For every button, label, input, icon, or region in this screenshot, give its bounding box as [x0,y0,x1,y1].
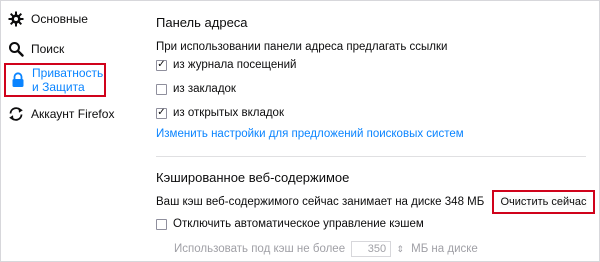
gear-icon [7,10,25,28]
sidebar: Основные Поиск Приватность и Защита Акка… [1,1,141,261]
search-icon [7,40,25,58]
cache-heading: Кэшированное веб-содержимое [156,170,350,185]
option-bookmarks[interactable]: из закладок [156,83,236,95]
clear-cache-highlight: Очистить сейчас [492,190,595,214]
option-label: из журнала посещений [173,59,297,71]
option-label: из открытых вкладок [173,107,284,119]
sidebar-item-label: Аккаунт Firefox [31,107,115,121]
cache-limit-input[interactable] [351,241,392,257]
override-cache-option[interactable]: Отключить автоматическое управление кэше… [156,218,424,230]
sidebar-item-general[interactable]: Основные [7,10,88,28]
override-cache-checkbox[interactable] [156,218,167,230]
open-tabs-checkbox[interactable]: ✓ [156,107,167,119]
cache-limit-suffix: МБ на диске [411,243,478,255]
sidebar-item-label: Основные [31,12,88,26]
divider [156,156,586,157]
cache-usage-text: Ваш кэш веб-содержимого сейчас занимает … [156,196,485,208]
option-label: из закладок [173,83,236,95]
preferences-window: Основные Поиск Приватность и Защита Акка… [0,0,600,262]
sidebar-item-label: Поиск [31,42,65,56]
history-checkbox[interactable]: ✓ [156,59,167,71]
main-panel: Панель адреса При использовании панели а… [156,1,595,261]
bookmarks-checkbox[interactable] [156,83,167,95]
option-history[interactable]: ✓ из журнала посещений [156,59,296,71]
cache-limit-prefix: Использовать под кэш не более [174,243,346,255]
lock-icon [9,71,26,89]
option-label: Отключить автоматическое управление кэше… [173,218,424,230]
cache-limit-row: Использовать под кэш не более ⇕ МБ на ди… [174,241,478,257]
clear-cache-button[interactable]: Очистить сейчас [500,196,587,208]
chevron-up-down-icon[interactable]: ⇕ [395,241,405,257]
address-bar-description: При использовании панели адреса предлага… [156,41,448,53]
option-open-tabs[interactable]: ✓ из открытых вкладок [156,107,284,119]
sidebar-item-label: Приватность и Защита [32,66,104,94]
search-suggestions-link[interactable]: Изменить настройки для предложений поиск… [156,128,464,140]
address-bar-heading: Панель адреса [156,15,248,30]
sidebar-item-search[interactable]: Поиск [7,40,64,58]
sidebar-item-firefox-account[interactable]: Аккаунт Firefox [7,105,114,123]
sync-icon [7,105,25,123]
sidebar-item-privacy[interactable]: Приватность и Защита [4,63,106,97]
